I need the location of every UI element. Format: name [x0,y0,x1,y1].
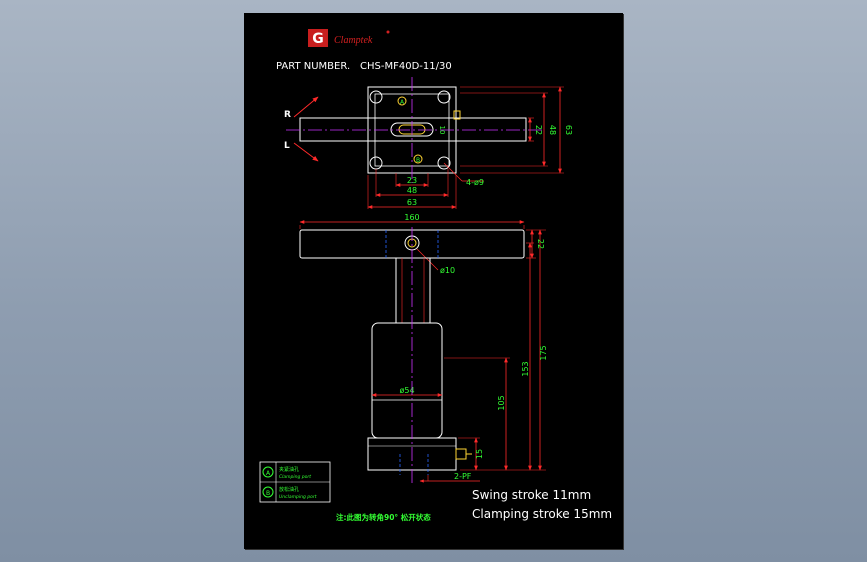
dim-height-mid: 48 [548,125,557,135]
rotation-left-arrow [293,142,319,162]
leader-line [416,248,439,271]
leader-line [443,162,463,182]
port-legend: A 夹紧油孔 Clamping port B 放松油孔 Unclamping p… [259,461,331,503]
legend-label-en-a: Clamping port [279,474,311,480]
drawing-sheet: G Clamptek PART NUMBER. CHS-MF40D-11/30 … [244,13,623,549]
bolt-hole [369,90,383,104]
dim-height-105: 105 [497,395,506,410]
pin-diameter: ø10 [440,266,455,275]
rotation-right-label: R [284,110,291,120]
port-fitting-icon [455,448,467,460]
part-number: CHS-MF40D-11/30 [360,61,452,72]
clamping-stroke: Clamping stroke 15mm [472,507,612,521]
bolt-hole [437,90,451,104]
dim-width-inner: 23 [407,176,417,185]
dim-arm-thickness: 22 [536,239,545,249]
dim-flange-height: 15 [475,449,484,459]
legend-label-cn-b: 放松油孔 [279,486,299,493]
brand-logo: G Clamptek [308,29,390,47]
rotation-left-label: L [284,141,290,151]
rotation-right-arrow [293,96,319,118]
dim-width-mid: 48 [407,186,417,195]
dim-slot-width: 10 [438,126,446,135]
dim-width-outer: 63 [407,198,417,207]
brand-mark: G [312,31,324,47]
registered-mark-icon [386,30,390,34]
dim-height-inner: 22 [534,125,543,135]
dim-height-175: 175 [539,345,548,360]
swing-stroke: Swing stroke 11mm [472,488,591,502]
dim-arm-length: 160 [404,213,419,222]
piston-rod [395,257,431,324]
port-b-label: B [416,157,420,164]
dim-height-outer: 63 [564,125,573,135]
cylinder-body [371,322,443,439]
part-number-label: PART NUMBER. [276,61,350,72]
front-view: 160 ø10 ø54 22 175 153 105 15 2-PF [299,213,548,483]
bolt-hole [369,156,383,170]
legend-marker-b: B [266,490,270,497]
clamp-arm [299,117,527,142]
legend-label-en-b: Unclamping port [279,494,317,500]
hole-callout: 4-ø9 [466,178,484,187]
port-callout: 2-PF [454,472,472,481]
port-a-label: A [400,99,405,106]
top-view: A B R L 22 48 63 10 23 48 63 4-ø9 [284,77,573,209]
clamp-drawing: G Clamptek PART NUMBER. CHS-MF40D-11/30 … [259,29,612,522]
brand-name: Clamptek [334,35,373,46]
legend-label-cn-a: 夹紧油孔 [279,466,299,473]
note-text: 注:此图为转角90° 松开状态 [336,512,431,522]
dim-height-153: 153 [521,361,530,376]
